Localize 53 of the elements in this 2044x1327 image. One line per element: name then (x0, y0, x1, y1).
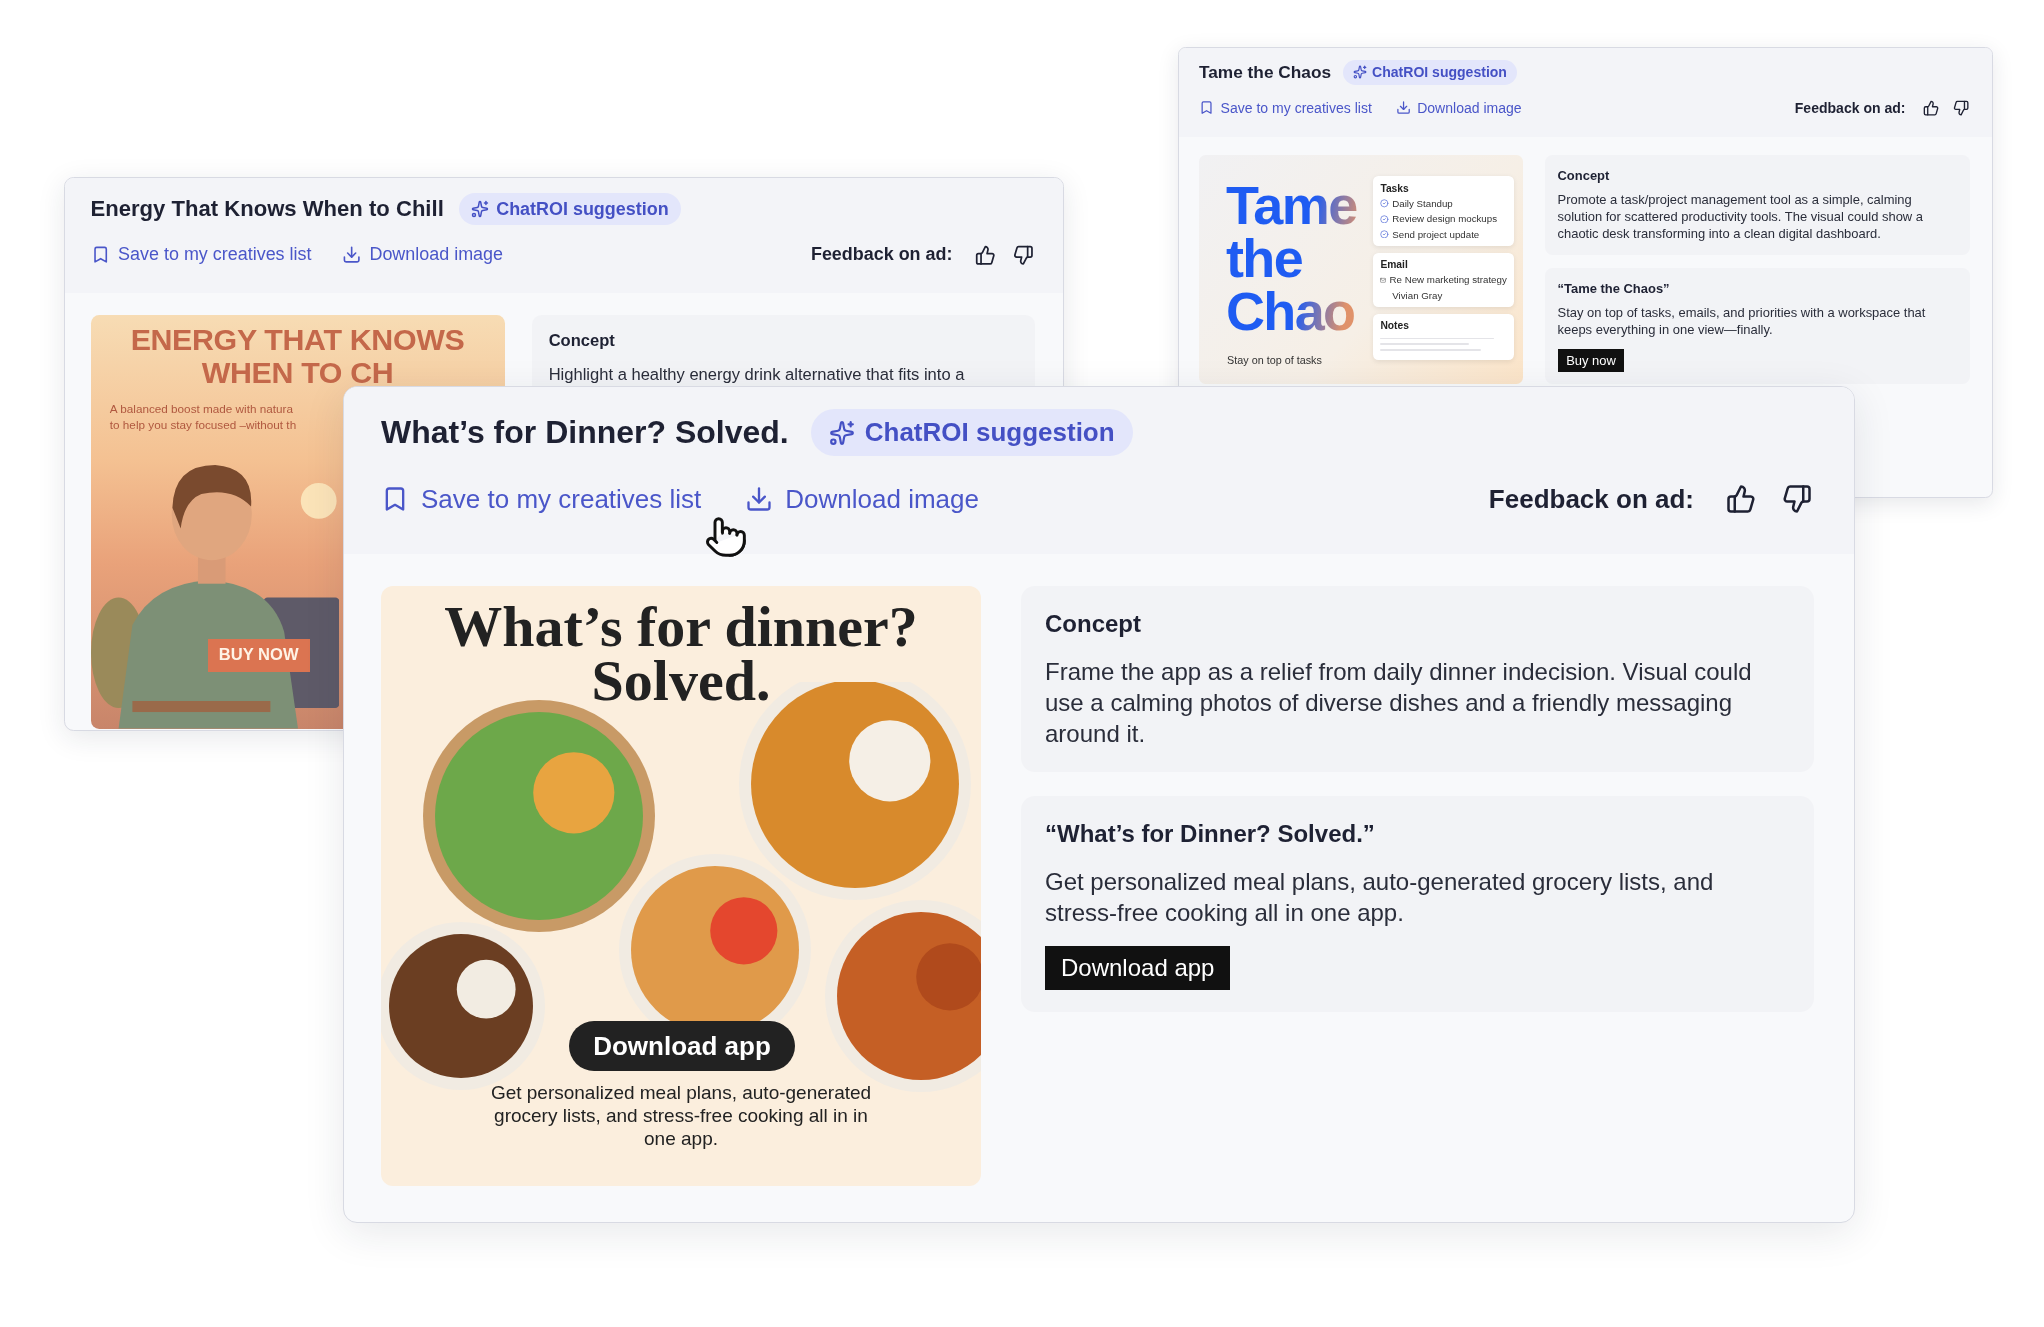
badge-label: ChatROI suggestion (496, 198, 669, 220)
download-link[interactable]: Download image (341, 244, 504, 266)
panel-heading: “Tame the Chaos” (1557, 280, 1671, 296)
cta-button[interactable]: Download app (1045, 945, 1231, 990)
ad-subtext: to help you stay focused –without th (109, 417, 298, 431)
download-link[interactable]: Download image (745, 483, 979, 515)
thumbs-up-button[interactable] (1921, 98, 1941, 117)
save-link[interactable]: Save to my creatives list (90, 244, 312, 266)
download-link[interactable]: Download image (1395, 99, 1522, 116)
task-text: Daily Standup (1392, 198, 1453, 210)
download-app-button[interactable]: Download app (569, 1021, 795, 1071)
task-text: Send project update (1392, 228, 1480, 240)
task-text: Review design mockups (1392, 213, 1498, 225)
panel-text: Highlight a healthy energy drink alternative that fits into a (548, 363, 966, 386)
card-title: What’s for Dinner? Solved. (381, 414, 789, 451)
widget-title: Notes (1380, 320, 1410, 332)
panel-text: Get personalized meal plans, auto-generated grocery lists, and stress-free cooking all in one app. (1045, 866, 1715, 928)
ad-subtext: A balanced boost made with natura (109, 401, 294, 415)
panel-heading: “What’s for Dinner? Solved.” (1045, 819, 1376, 848)
thumbs-down-button[interactable] (1951, 98, 1971, 117)
email-text: Re New marketing strategy (1389, 274, 1507, 286)
widget-title: Tasks (1380, 182, 1410, 194)
ad-headline: What’s for dinner? Solved. (443, 593, 919, 708)
thumbs-up-button[interactable] (973, 243, 997, 267)
badge-label: ChatROI suggestion (1372, 64, 1507, 81)
panel-text: Promote a task/project management tool as a simple, calming solution for scattered productivity tools. The visual could show a chaotic desk transforming into a clean digital dashboard. (1557, 192, 1925, 243)
panel-heading: Concept (1557, 167, 1611, 183)
sparkles-icon (828, 419, 855, 446)
panel-text: Stay on top of tasks, emails, and priorities with a workspace that keeps everything in one view—finally. (1557, 305, 1927, 339)
buy-now-button[interactable]: BUY NOW (207, 639, 310, 672)
widget-title: Email (1380, 259, 1409, 271)
feedback-label: Feedback on ad: (1794, 99, 1906, 116)
card-title: Tame the Chaos (1198, 61, 1332, 83)
download-icon (745, 485, 774, 513)
download-icon (341, 245, 362, 265)
cta-button[interactable]: Buy now (1557, 348, 1625, 373)
thumbs-down-button[interactable] (1011, 243, 1036, 267)
thumbs-down-button[interactable] (1780, 482, 1814, 516)
email-text: Vivian Gray (1392, 289, 1443, 301)
save-link[interactable]: Save to my creatives list (381, 483, 702, 515)
ad-body-text: Get personalized meal plans, auto-generated grocery lists, and stress-free cooking all in in one app. (489, 1081, 873, 1150)
badge-label: ChatROI suggestion (864, 417, 1115, 448)
panel-heading: Concept (1045, 610, 1142, 638)
feedback-label: Feedback on ad: (1488, 483, 1694, 515)
save-link[interactable]: Save to my creatives list (1198, 99, 1372, 116)
sparkles-icon (471, 200, 490, 219)
panel-text: Frame the app as a relief from daily dinner indecision. Visual could use a calming photos of diverse dishes and a friendly messaging around it. (1045, 657, 1753, 750)
ad-subtext: Stay on top of tasks (1227, 354, 1322, 367)
panel-heading: Concept (548, 331, 616, 352)
ad-headline: WHEN TO CH (200, 356, 395, 390)
feedback-label: Feedback on ad: (810, 244, 953, 266)
card-title: Energy That Knows When to Chill (90, 196, 444, 223)
ad-headline: ENERGY THAT KNOWS (129, 323, 466, 357)
